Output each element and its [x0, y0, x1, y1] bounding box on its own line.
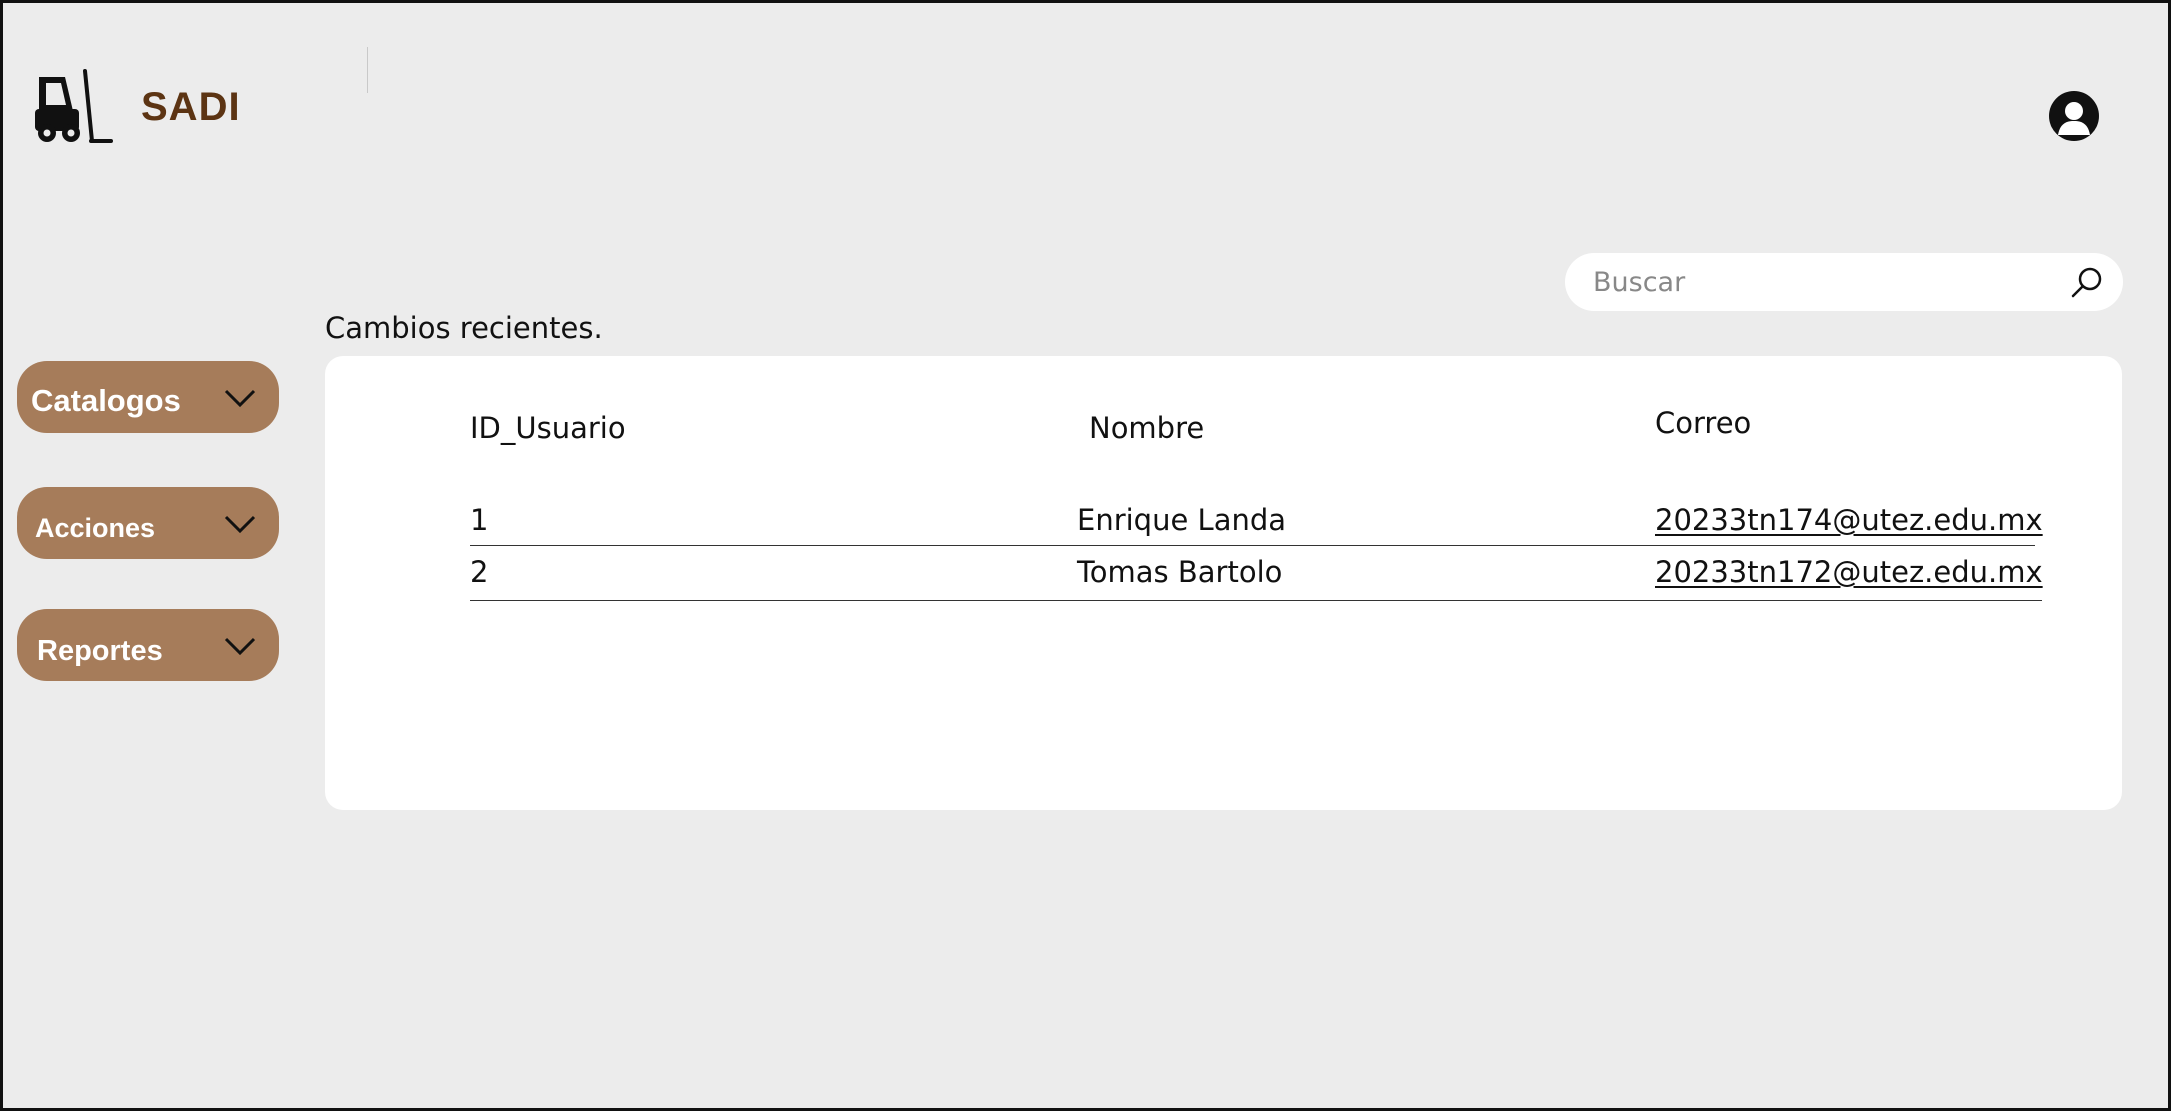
table-cell-nombre: Enrique Landa — [1077, 503, 1287, 537]
table-cell-id: 2 — [470, 555, 489, 589]
row-divider — [470, 545, 2035, 546]
chevron-down-icon — [224, 637, 256, 656]
email-link[interactable]: 20233tn172@utez.edu.mx — [1655, 555, 2043, 589]
sidebar-item-acciones[interactable]: Acciones — [17, 487, 279, 559]
email-link[interactable]: 20233tn174@utez.edu.mx — [1655, 503, 2043, 537]
section-title: Cambios recientes. — [325, 311, 603, 345]
table-cell-nombre: Tomas Bartolo — [1077, 555, 1283, 589]
user-avatar-icon[interactable] — [2049, 91, 2099, 141]
row-divider — [470, 600, 2042, 601]
recent-changes-table: ID_Usuario Nombre Correo 1 Enrique Landa… — [325, 356, 2122, 810]
chevron-down-icon — [224, 389, 256, 408]
sidebar-item-label: Acciones — [35, 513, 156, 543]
sidebar-item-reportes[interactable]: Reportes — [17, 609, 279, 681]
brand-title: SADI — [141, 85, 241, 129]
chevron-down-icon — [224, 515, 256, 534]
column-header-id: ID_Usuario — [470, 411, 626, 445]
search-icon[interactable] — [2069, 265, 2105, 301]
user-silhouette — [2058, 102, 2090, 135]
sidebar-item-catalogos[interactable]: Catalogos — [17, 361, 279, 433]
column-header-correo: Correo — [1655, 406, 1752, 440]
sidebar-item-label: Reportes — [37, 635, 163, 667]
app-window: SADI Catalogos Acciones Reportes Cambios… — [0, 0, 2171, 1111]
forklift-icon — [35, 69, 113, 143]
table-cell-id: 1 — [470, 503, 489, 537]
search-input[interactable] — [1591, 261, 2065, 303]
column-header-nombre: Nombre — [1089, 411, 1205, 445]
search-bar — [1565, 253, 2123, 311]
divider — [367, 47, 368, 93]
sidebar-item-label: Catalogos — [31, 383, 181, 418]
